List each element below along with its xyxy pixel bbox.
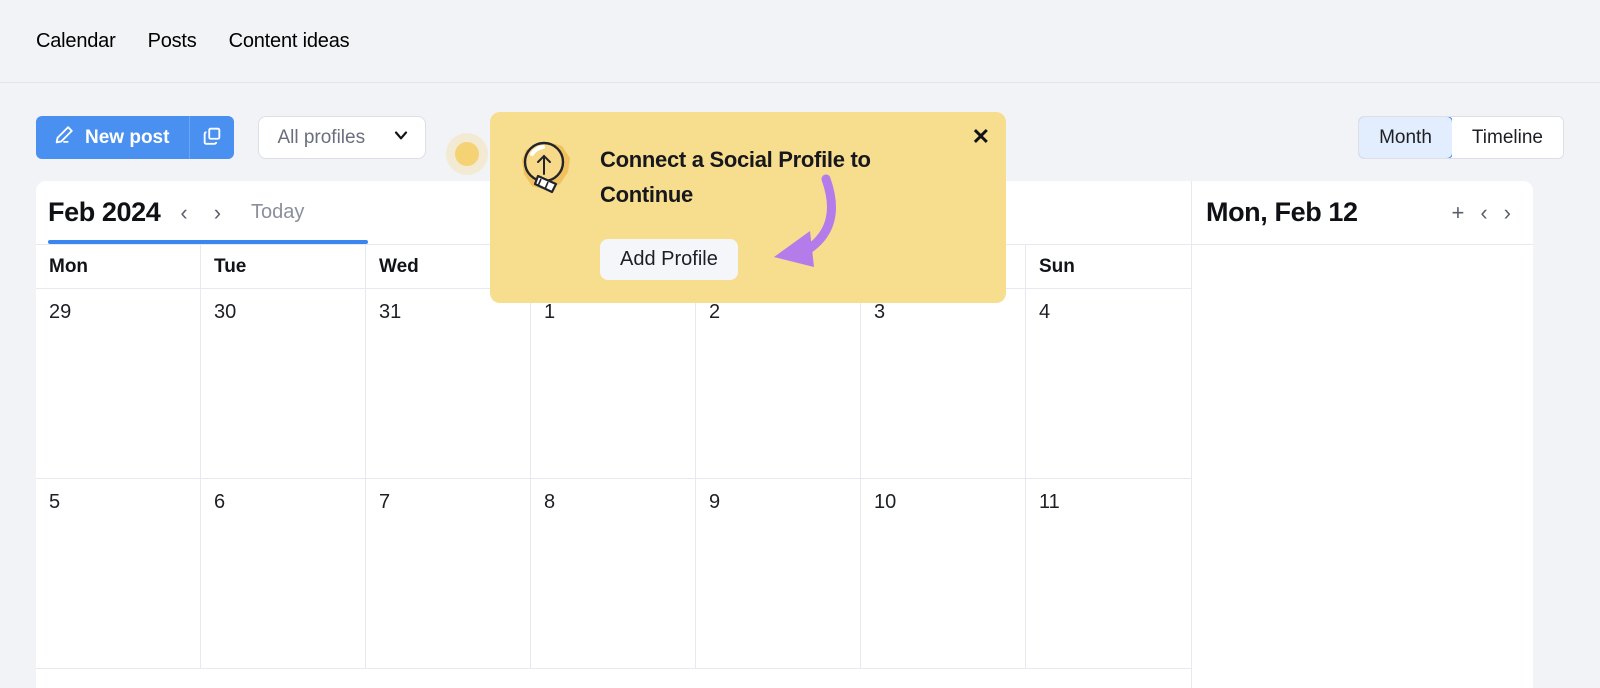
profiles-filter-dropdown[interactable]: All profiles: [258, 116, 427, 159]
nav-tabs: Calendar Posts Content ideas: [0, 30, 350, 53]
close-icon[interactable]: ✕: [972, 126, 990, 148]
day-panel-body: [1191, 244, 1533, 688]
tab-posts[interactable]: Posts: [148, 30, 197, 53]
view-mode-toggle: Month Timeline: [1358, 116, 1564, 159]
calendar-week-row: 29 30 31 1 2 3 4: [36, 289, 1191, 479]
lightbulb-icon: [512, 134, 582, 204]
calendar-today-button[interactable]: Today: [247, 201, 308, 224]
onboarding-popover: ✕ Connect a Social Profile to Continue A…: [490, 112, 1006, 303]
calendar-day-cell[interactable]: 6: [201, 479, 366, 668]
top-navigation: Calendar Posts Content ideas: [0, 0, 1600, 83]
onboarding-pulse-indicator[interactable]: [455, 142, 479, 166]
plus-icon[interactable]: +: [1451, 201, 1464, 224]
calendar-day-cell[interactable]: 4: [1026, 289, 1191, 478]
calendar-day-cell[interactable]: 8: [531, 479, 696, 668]
calendar-app: Calendar Posts Content ideas New post Al…: [0, 0, 1600, 688]
calendar-day-cell[interactable]: 9: [696, 479, 861, 668]
pencil-icon: [53, 124, 75, 152]
calendar-day-cell[interactable]: 1: [531, 289, 696, 478]
day-panel-title: Mon, Feb 12: [1206, 197, 1358, 227]
calendar-grid: Mon Tue Wed Thu Fri Sat Sun 29 30 31 1 2…: [36, 244, 1191, 688]
toolbar-left-group: New post All profiles: [36, 116, 427, 159]
calendar-prev-button[interactable]: ‹: [174, 198, 193, 228]
calendar-day-cell[interactable]: 31: [366, 289, 531, 478]
copy-icon: [201, 125, 223, 150]
calendar-day-cell[interactable]: 30: [201, 289, 366, 478]
add-profile-button[interactable]: Add Profile: [600, 239, 738, 280]
day-panel-header: Mon, Feb 12 + ‹ ›: [1191, 181, 1533, 244]
day-header-mon: Mon: [36, 245, 201, 288]
calendar-day-cell[interactable]: 10: [861, 479, 1026, 668]
calendar-day-cell[interactable]: 7: [366, 479, 531, 668]
day-header-sun: Sun: [1039, 255, 1075, 277]
duplicate-post-button[interactable]: [190, 116, 235, 159]
calendar-day-cell[interactable]: 3: [861, 289, 1026, 478]
day-panel-prev-button[interactable]: ‹: [1480, 201, 1487, 224]
new-post-button[interactable]: New post: [36, 116, 190, 159]
day-panel-next-button[interactable]: ›: [1504, 201, 1511, 224]
new-post-button-group: New post: [36, 116, 235, 159]
calendar-day-cell[interactable]: 5: [36, 479, 201, 668]
day-header-tue: Tue: [201, 245, 366, 288]
view-mode-month[interactable]: Month: [1359, 117, 1453, 158]
calendar-day-cell[interactable]: 2: [696, 289, 861, 478]
profiles-filter-value: All profiles: [277, 126, 366, 148]
tab-calendar[interactable]: Calendar: [36, 30, 116, 53]
calendar-next-button[interactable]: ›: [208, 198, 227, 228]
day-panel-actions: + ‹ ›: [1451, 201, 1533, 224]
view-mode-timeline[interactable]: Timeline: [1451, 117, 1563, 158]
tab-content-ideas[interactable]: Content ideas: [229, 30, 350, 53]
calendar-day-cell[interactable]: 29: [36, 289, 201, 478]
chevron-down-icon: [391, 125, 411, 151]
calendar-month-title: Feb 2024: [48, 197, 161, 227]
new-post-label: New post: [85, 126, 170, 148]
curved-arrow-icon: [730, 167, 860, 287]
calendar-day-cell[interactable]: 11: [1026, 479, 1191, 668]
calendar-week-row: 5 6 7 8 9 10 11: [36, 479, 1191, 669]
